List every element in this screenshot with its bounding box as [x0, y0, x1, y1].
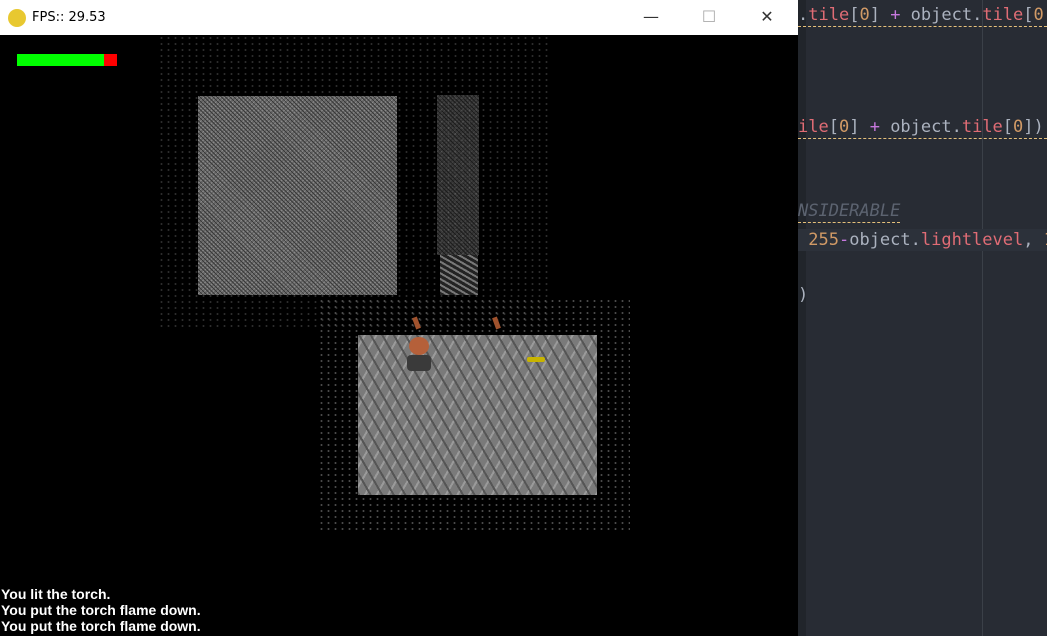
rock-rubble: [440, 255, 478, 295]
code-line-4: 255-object.lightlevel, 1: [798, 229, 1047, 251]
close-button[interactable]: ✕: [744, 0, 790, 33]
code-editor[interactable]: .tile[0] + object.tile[0 ile[0] + object…: [798, 0, 1047, 636]
editor-gutter: [798, 0, 806, 636]
game-window[interactable]: FPS:: 29.53 — ☐ ✕ You lit the torch. You…: [0, 0, 798, 636]
health-bar-fill: [17, 54, 104, 66]
window-title: FPS:: 29.53: [32, 10, 106, 25]
lit-floor: [358, 335, 597, 495]
message-log: You lit the torch. You put the torch fla…: [1, 586, 201, 634]
code-comment: NSIDERABLE: [798, 201, 901, 223]
stone-column: [437, 95, 479, 255]
log-message: You lit the torch.: [1, 586, 111, 602]
log-message: You put the torch flame down.: [1, 618, 201, 634]
stone-block: [198, 96, 397, 295]
game-canvas[interactable]: You lit the torch. You put the torch fla…: [0, 35, 798, 636]
health-bar: [17, 54, 117, 66]
player-character[interactable]: [407, 337, 431, 373]
indent-guide: [982, 0, 983, 636]
log-message: You put the torch flame down.: [1, 602, 201, 618]
code-line-2: ile[0] + object.tile[0]): [798, 116, 1047, 139]
pygame-icon: [8, 8, 26, 27]
code-line-1: .tile[0] + object.tile[0: [798, 4, 1047, 27]
title-bar[interactable]: FPS:: 29.53 — ☐ ✕: [0, 0, 798, 35]
code-line-5: ): [798, 285, 809, 305]
maximize-button[interactable]: ☐: [686, 0, 732, 33]
minimize-button[interactable]: —: [628, 0, 674, 33]
key-icon[interactable]: [527, 357, 545, 362]
